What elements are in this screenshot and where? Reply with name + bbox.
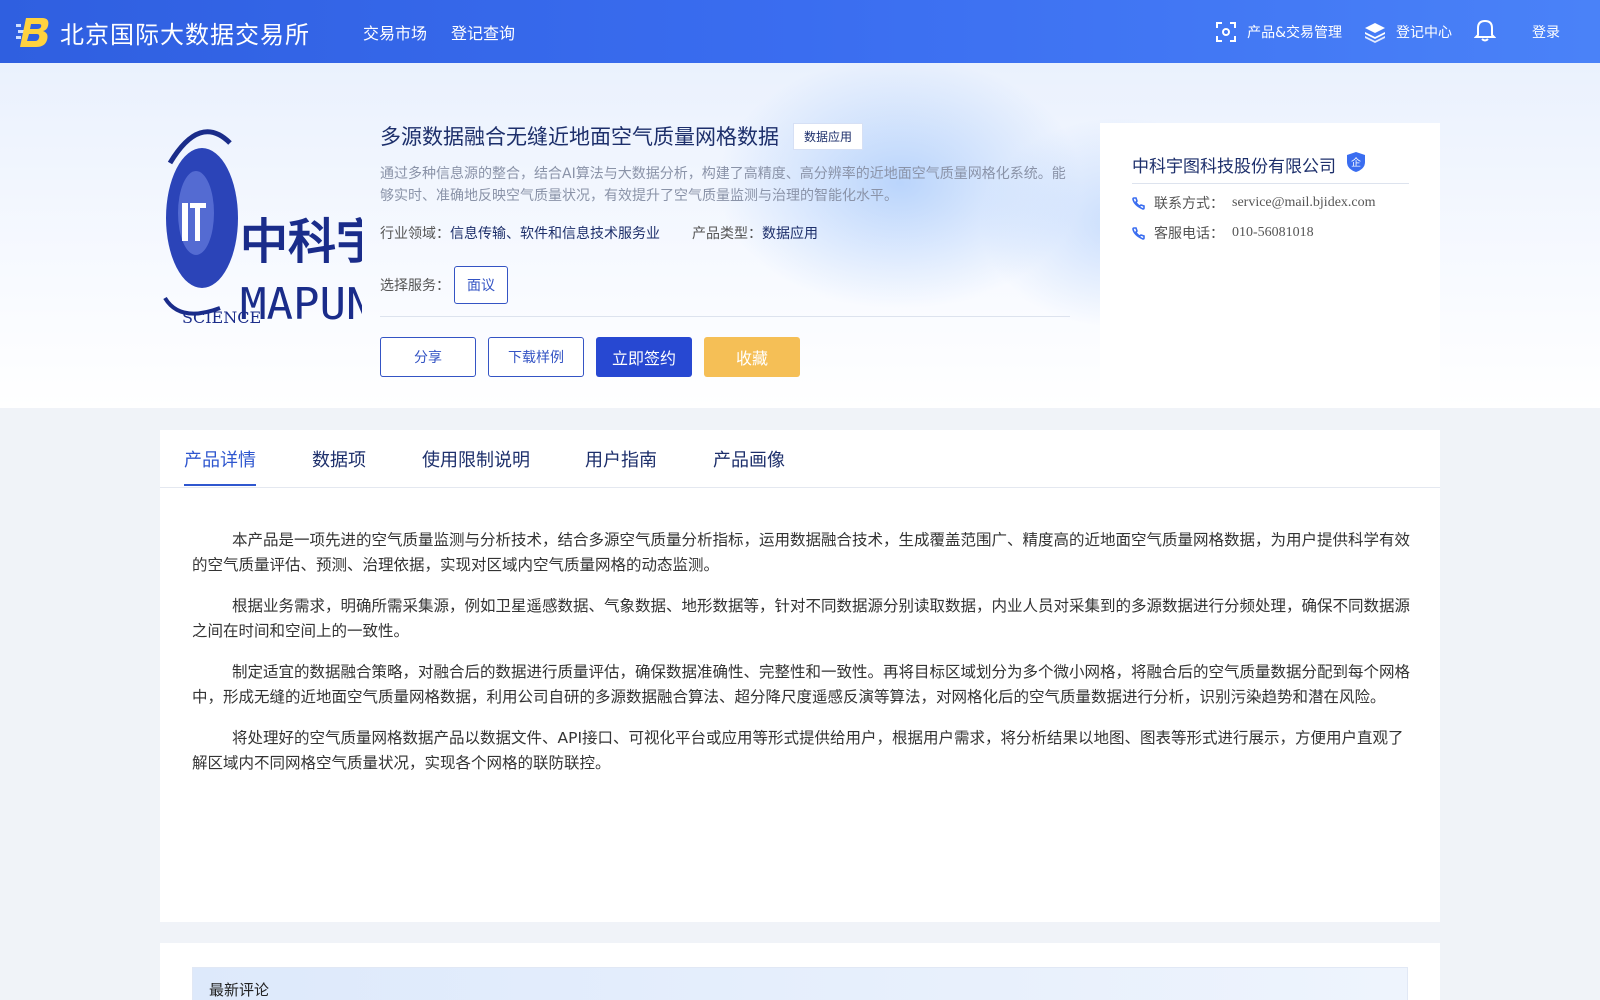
top-navigation-bar: 北京国际大数据交易所 交易市场 登记查询 产品&交易管理 登记中心 登录	[0, 0, 1600, 63]
industry-field: 行业领域：信息传输、软件和信息技术服务业	[380, 223, 660, 243]
tab-product-details[interactable]: 产品详情	[184, 446, 256, 486]
company-divider	[1132, 183, 1409, 184]
scan-icon	[1216, 22, 1237, 42]
detail-tabs: 产品详情 数据项 使用限制说明 用户指南 产品画像	[160, 430, 1440, 488]
service-label: 选择服务：	[380, 278, 450, 294]
detail-panel: 产品详情 数据项 使用限制说明 用户指南 产品画像 本产品是一项先进的空气质量监…	[160, 430, 1440, 922]
product-trade-management-link[interactable]: 产品&交易管理	[1215, 21, 1342, 43]
sign-now-button[interactable]: 立即签约	[596, 337, 692, 377]
contact-value: service@mail.bjidex.com	[1232, 195, 1376, 210]
industry-label: 行业领域：	[380, 226, 450, 242]
detail-paragraph: 将处理好的空气质量网格数据产品以数据文件、API接口、可视化平台或应用等形式提供…	[192, 729, 1404, 772]
brand[interactable]: 北京国际大数据交易所	[16, 14, 310, 50]
product-actions: 分享 下载样例 立即签约 收藏	[380, 337, 800, 377]
product-type-field: 产品类型：数据应用	[692, 223, 818, 243]
product-meta: 行业领域：信息传输、软件和信息技术服务业 产品类型：数据应用	[380, 223, 818, 243]
contact-row: 联系方式： service@mail.bjidex.com	[1132, 193, 1376, 213]
enterprise-badge-icon: 企	[1346, 151, 1366, 178]
company-name[interactable]: 中科宇图科技股份有限公司	[1132, 152, 1336, 177]
nav-registry-query[interactable]: 登记查询	[451, 20, 515, 44]
header-actions: 产品&交易管理 登记中心 登录	[1193, 18, 1560, 46]
detail-paragraph: 根据业务需求，明确所需采集源，例如卫星遥感数据、气象数据、地形数据等，针对不同数…	[192, 597, 1411, 640]
nav-trading-market[interactable]: 交易市场	[363, 20, 427, 44]
product-title-row: 多源数据融合无缝近地面空气质量网格数据 数据应用	[380, 121, 864, 151]
service-selector: 选择服务： 面议	[380, 266, 508, 304]
notification-bell-icon[interactable]	[1473, 18, 1497, 46]
layers-icon	[1365, 23, 1385, 43]
tab-usage-restrictions[interactable]: 使用限制说明	[422, 446, 530, 484]
enterprise-badge-text: 企	[1351, 156, 1361, 169]
product-description: 通过多种信息源的整合，结合AI算法与大数据分析，构建了高精度、高分辨率的近地面空…	[380, 166, 1066, 204]
phone-icon	[1132, 227, 1145, 240]
download-sample-button[interactable]: 下载样例	[488, 337, 584, 377]
tab-product-profile[interactable]: 产品画像	[713, 446, 785, 484]
industry-value: 信息传输、软件和信息技术服务业	[450, 226, 660, 242]
detail-paragraph: 制定适宜的数据融合策略，对融合后的数据进行质量评估，确保数据准确性、完整性和一致…	[192, 663, 1411, 706]
phone-icon	[1132, 197, 1145, 210]
brand-logo-icon	[16, 16, 52, 48]
service-option-negotiable[interactable]: 面议	[454, 266, 508, 304]
registry-center-link[interactable]: 登记中心	[1364, 21, 1452, 43]
company-name-row: 中科宇图科技股份有限公司 企	[1132, 151, 1366, 178]
phone-row: 客服电话： 010-56081018	[1132, 223, 1314, 243]
detail-paragraph: 本产品是一项先进的空气质量监测与分析技术，结合多源空气质量分析指标，运用数据融合…	[192, 531, 1411, 574]
phone-label: 客服电话：	[1154, 226, 1224, 242]
main-nav: 交易市场 登记查询	[363, 20, 515, 44]
product-trade-management-label: 产品&交易管理	[1247, 25, 1342, 41]
tab-user-guide[interactable]: 用户指南	[585, 446, 657, 484]
logo-text-cn: 中科宇图	[240, 214, 362, 270]
brand-name: 北京国际大数据交易所	[60, 20, 310, 49]
product-details-content: 本产品是一项先进的空气质量监测与分析技术，结合多源空气质量分析指标，运用数据融合…	[192, 528, 1412, 792]
product-tag: 数据应用	[793, 122, 864, 150]
company-logo: 中科宇图 MAPUNI SCIENCE	[160, 123, 432, 330]
product-title: 多源数据融合无缝近地面空气质量网格数据	[380, 125, 779, 149]
logo-text-sub: SCIENCE	[182, 308, 261, 327]
login-link[interactable]: 登录	[1532, 22, 1560, 42]
share-button[interactable]: 分享	[380, 337, 476, 377]
registry-center-label: 登记中心	[1396, 25, 1452, 41]
product-type-value: 数据应用	[762, 226, 818, 242]
contact-label: 联系方式：	[1154, 196, 1224, 212]
comments-header: 最新评论	[192, 967, 1408, 1000]
phone-value: 010-56081018	[1232, 225, 1314, 240]
product-hero: 中科宇图 MAPUNI SCIENCE 多源数据融合无缝近地面空气质量网格数据 …	[0, 63, 1600, 408]
divider	[380, 316, 1070, 317]
favorite-button[interactable]: 收藏	[704, 337, 800, 377]
product-type-label: 产品类型：	[692, 226, 762, 242]
comments-section: 最新评论	[160, 943, 1440, 1000]
company-card: 中科宇图科技股份有限公司 企 联系方式： service@mail.bjidex…	[1100, 123, 1440, 403]
tab-data-items[interactable]: 数据项	[312, 446, 366, 484]
comments-title: 最新评论	[209, 981, 270, 999]
